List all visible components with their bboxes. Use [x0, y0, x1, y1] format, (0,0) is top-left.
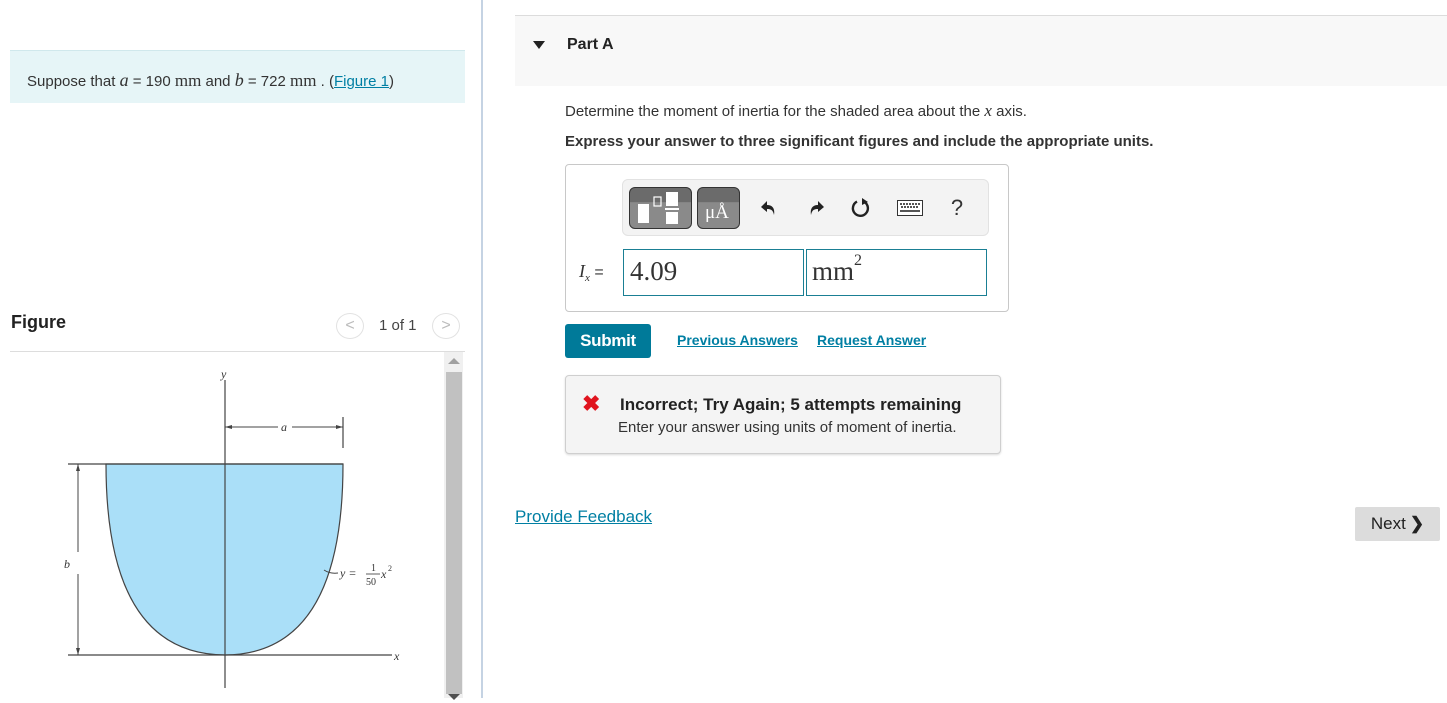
- templates-icon: [638, 192, 679, 224]
- answer-box: μÅ ? Ix = 4.09 mm2: [565, 164, 1009, 312]
- problem-text: Suppose that a = 190 mm and b = 722 mm .…: [27, 70, 394, 90]
- feedback-message: Enter your answer using units of moment …: [618, 419, 957, 436]
- next-button[interactable]: Next ❯: [1355, 507, 1440, 541]
- help-button[interactable]: ?: [945, 195, 969, 220]
- figure-prev-button[interactable]: <: [336, 313, 364, 339]
- chevron-right-icon: >: [441, 317, 451, 334]
- incorrect-x-icon: ✖: [582, 391, 601, 416]
- units-input[interactable]: mm2: [806, 249, 987, 296]
- figure-scrollbar[interactable]: [444, 352, 463, 700]
- instructions-text: Express your answer to three significant…: [565, 133, 1154, 150]
- reset-icon: [851, 198, 870, 217]
- dim-a-arrow-left: [225, 425, 232, 429]
- unit-a: mm: [174, 71, 202, 90]
- answer-label: Ix =: [579, 261, 604, 285]
- scroll-down-arrow-icon[interactable]: [448, 694, 460, 700]
- feedback-title: Incorrect; Try Again; 5 attempts remaini…: [620, 395, 962, 414]
- equation-numerator: 1: [371, 563, 376, 574]
- next-label: Next: [1370, 514, 1406, 533]
- value-input[interactable]: 4.09: [623, 249, 804, 296]
- keyboard-button[interactable]: [896, 196, 924, 220]
- dim-a-label: a: [281, 420, 287, 434]
- equation-rhs: x: [380, 567, 387, 581]
- templates-button[interactable]: [629, 187, 692, 229]
- provide-feedback-link[interactable]: Provide Feedback: [515, 507, 652, 527]
- equation-lhs: y =: [339, 566, 356, 580]
- figure-link[interactable]: Figure 1: [334, 73, 389, 90]
- problem-statement: Suppose that a = 190 mm and b = 722 mm .…: [10, 50, 465, 103]
- part-a-header[interactable]: Part A: [515, 15, 1447, 86]
- var-a: a: [119, 70, 129, 90]
- parabola-figure: y x a b y = 1 50 x 2: [64, 367, 400, 688]
- redo-icon: [810, 201, 824, 215]
- redo-button[interactable]: [804, 196, 828, 220]
- feedback-box: ✖ Incorrect; Try Again; 5 attempts remai…: [565, 375, 1001, 454]
- figure-title: Figure: [11, 312, 67, 332]
- dim-b-label: b: [64, 557, 70, 571]
- figure-next-button[interactable]: >: [432, 313, 460, 339]
- scroll-up-arrow-icon[interactable]: [448, 358, 460, 364]
- previous-answers-link[interactable]: Previous Answers: [677, 332, 798, 348]
- undo-button[interactable]: [757, 196, 781, 220]
- equation-exponent: 2: [388, 564, 392, 573]
- dim-b-arrow-bottom: [76, 648, 80, 655]
- figure-pager-count: 1 of 1: [379, 317, 417, 334]
- pane-divider[interactable]: [481, 0, 483, 698]
- request-answer-link[interactable]: Request Answer: [817, 332, 926, 348]
- chevron-left-icon: <: [345, 317, 355, 334]
- units-label: μÅ: [705, 202, 729, 223]
- equation-denominator: 50: [366, 577, 376, 588]
- submit-button[interactable]: Submit: [565, 324, 651, 358]
- caret-down-icon[interactable]: [533, 41, 545, 49]
- dim-b-arrow-top: [76, 464, 80, 471]
- var-b: b: [234, 70, 244, 90]
- reset-button[interactable]: [849, 196, 873, 220]
- undo-icon: [761, 201, 775, 215]
- math-toolbar: μÅ ?: [622, 179, 989, 236]
- units-button[interactable]: μÅ: [697, 187, 740, 229]
- keyboard-icon: [897, 200, 923, 216]
- y-axis-label: y: [220, 367, 227, 381]
- dim-a-arrow-right: [336, 425, 343, 429]
- unit-b: mm: [290, 71, 317, 90]
- x-axis-label: x: [393, 649, 400, 663]
- part-title: Part A: [567, 36, 614, 53]
- scroll-thumb[interactable]: [446, 372, 462, 694]
- figure-image: y x a b y = 1 50 x 2: [10, 352, 443, 698]
- chevron-right-icon: ❯: [1409, 514, 1425, 533]
- question-text: Determine the moment of inertia for the …: [565, 101, 1027, 120]
